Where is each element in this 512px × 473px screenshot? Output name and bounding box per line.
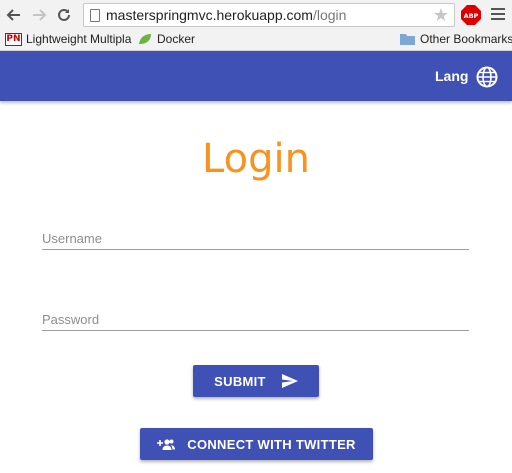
folder-icon	[400, 34, 415, 45]
send-icon	[281, 374, 298, 388]
group-add-icon	[157, 438, 176, 450]
adblock-icon[interactable]: ABP	[461, 5, 481, 25]
star-icon[interactable]: ★	[433, 6, 449, 24]
password-field[interactable]	[42, 309, 469, 331]
twitter-label: CONNECT WITH TWITTER	[187, 436, 356, 452]
pn-icon: PN	[5, 32, 22, 46]
app-header: Lang	[0, 51, 512, 101]
browser-toolbar: masterspringmvc.herokuapp.com/login ★ AB…	[0, 0, 512, 29]
adblock-label: ABP	[464, 12, 479, 20]
url-text: masterspringmvc.herokuapp.com/login	[106, 7, 347, 23]
reload-icon	[58, 8, 70, 21]
bookmark-item[interactable]: PN Lightweight Multipla	[5, 32, 131, 46]
username-input[interactable]	[42, 228, 469, 250]
hamburger-menu-icon[interactable]	[491, 8, 505, 20]
leaf-icon	[139, 34, 151, 44]
bookmark-label: Docker	[157, 32, 196, 46]
forward-button[interactable]	[30, 6, 48, 24]
page-icon	[90, 9, 100, 22]
submit-label: SUBMIT	[214, 373, 266, 389]
submit-button[interactable]: SUBMIT	[193, 365, 319, 397]
bookmark-label: Lightweight Multipla	[26, 32, 132, 46]
page-title: Login	[202, 136, 310, 182]
arrow-left-icon	[6, 9, 20, 21]
other-bookmarks[interactable]: Other Bookmarks	[400, 32, 512, 46]
address-bar[interactable]: masterspringmvc.herokuapp.com/login ★	[83, 3, 455, 27]
connect-twitter-button[interactable]: CONNECT WITH TWITTER	[140, 428, 373, 460]
password-input[interactable]	[42, 309, 469, 331]
back-button[interactable]	[5, 6, 23, 24]
bookmarks-bar: PN Lightweight Multipla Docker Other Boo…	[0, 29, 512, 51]
arrow-right-icon	[33, 9, 47, 21]
other-bookmarks-label: Other Bookmarks	[420, 32, 512, 46]
globe-icon[interactable]	[476, 66, 498, 88]
username-field[interactable]	[42, 228, 469, 250]
reload-button[interactable]	[55, 6, 73, 24]
bookmark-item[interactable]: Docker	[138, 32, 195, 46]
lang-menu[interactable]: Lang	[435, 68, 468, 84]
